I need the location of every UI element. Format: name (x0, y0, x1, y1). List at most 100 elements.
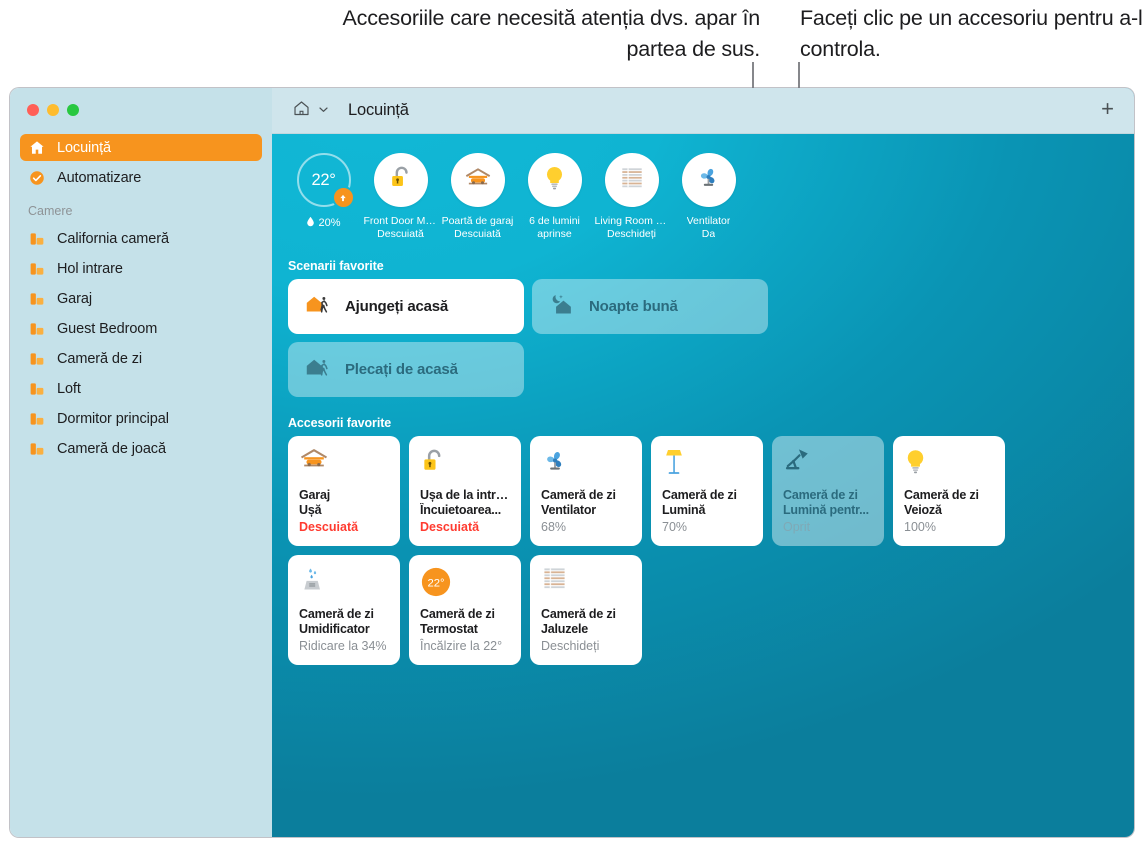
accessory-tile-bedside-lamp[interactable]: Cameră de zi Veioză 100% (893, 436, 1005, 546)
status-state: Descuiată (377, 228, 424, 241)
accessory-text: Cameră de zi Lumină 70% (662, 488, 752, 546)
room-icon (28, 350, 46, 368)
accessory-name2: Ușă (299, 503, 389, 518)
sidebar-item-label: Loft (57, 381, 81, 397)
sidebar-item-room-1[interactable]: Hol intrare (20, 255, 262, 282)
status-label: Living Room Bl... (595, 215, 669, 228)
room-icon (28, 260, 46, 278)
status-circle (451, 153, 505, 207)
clock-check-icon (28, 169, 46, 187)
accessory-name: Ușa de la intrare (420, 488, 510, 503)
status-item-garage-gate[interactable]: Poartă de garaj Descuiată (439, 153, 516, 241)
lightbulb-icon (543, 164, 566, 197)
accessory-tile-fan[interactable]: Cameră de zi Ventilator 68% (530, 436, 642, 546)
scene-tile-leave-home[interactable]: Plecați de acasă (288, 342, 524, 397)
status-item-front-door[interactable]: Front Door Mai... Descuiată (362, 153, 439, 241)
accessories-section-title: Accesorii favorite (288, 416, 1134, 430)
accessory-name: Cameră de zi (904, 488, 994, 503)
thermostat-dial[interactable]: 22° (297, 153, 351, 207)
thermostat-badge-text: 22° (427, 578, 444, 590)
scene-label: Ajungeți acasă (345, 298, 448, 315)
garage-door-icon (299, 447, 389, 485)
thermostat-icon: 22° (420, 566, 510, 604)
sidebar-item-automatizare[interactable]: Automatizare (20, 164, 262, 191)
sidebar-item-room-5[interactable]: Loft (20, 375, 262, 402)
status-item-thermostat[interactable]: 22° 20% (285, 153, 362, 230)
sidebar-item-room-4[interactable]: Cameră de zi (20, 345, 262, 372)
accessory-state: 70% (662, 519, 752, 535)
accessory-name2: Umidificator (299, 622, 389, 637)
thermostat-humidity-row: 20% (306, 216, 340, 230)
accessory-tile-garage-door[interactable]: Garaj Ușă Descuiată (288, 436, 400, 546)
room-icon (28, 230, 46, 248)
home-menu-button[interactable] (292, 99, 329, 123)
status-state: Da (702, 228, 715, 241)
sidebar-item-room-7[interactable]: Cameră de joacă (20, 435, 262, 462)
accessory-name2: Veioză (904, 503, 994, 518)
status-state: aprinse (537, 228, 571, 241)
room-icon (28, 410, 46, 428)
unlocked-padlock-icon (388, 164, 414, 197)
arrow-up-icon (332, 186, 355, 209)
accessory-tile-desk-light-selected[interactable]: Cameră de zi Lumină pentr... Oprit (772, 436, 884, 546)
floor-lamp-icon (662, 447, 752, 485)
accessory-state: Descuiată (299, 519, 389, 535)
room-icon (28, 320, 46, 338)
main-content: Locuință + 22° (272, 88, 1134, 837)
status-circle (605, 153, 659, 207)
sidebar-item-label: Dormitor principal (57, 411, 169, 427)
room-icon (28, 440, 46, 458)
sidebar-item-label: Cameră de zi (57, 351, 142, 367)
blinds-icon (541, 566, 631, 604)
scene-tile-good-night[interactable]: Noapte bună (532, 279, 768, 334)
accessory-state: Deschideți (541, 638, 631, 654)
sidebar-item-label: Garaj (57, 291, 92, 307)
accessory-name2: Jaluzele (541, 622, 631, 637)
accessory-tile-humidifier[interactable]: Cameră de zi Umidificator Ridicare la 34… (288, 555, 400, 665)
sidebar-item-label: Guest Bedroom (57, 321, 157, 337)
accessory-state: 68% (541, 519, 631, 535)
scroll-area[interactable]: 22° 20% (272, 134, 1134, 837)
status-item-fan[interactable]: Ventilator Da (670, 153, 747, 241)
accessory-name: Garaj (299, 488, 389, 503)
accessory-text: Cameră de zi Lumină pentr... Oprit (783, 488, 873, 546)
sidebar-item-label: California cameră (57, 231, 169, 247)
garage-door-icon (464, 166, 492, 194)
sidebar-item-room-0[interactable]: California cameră (20, 225, 262, 252)
scenes-section: Scenarii favorite Ajungeți acasă (272, 259, 1134, 397)
status-circle (374, 153, 428, 207)
accessory-state: Oprit (783, 519, 873, 535)
minimize-window-button[interactable] (47, 104, 59, 116)
close-window-button[interactable] (27, 104, 39, 116)
accessory-name: Cameră de zi (541, 488, 631, 503)
maximize-window-button[interactable] (67, 104, 79, 116)
desk-lamp-icon (783, 447, 873, 485)
accessory-text: Cameră de zi Umidificator Ridicare la 34… (299, 607, 389, 665)
status-label: 6 de lumini (529, 215, 580, 228)
sidebar-item-room-2[interactable]: Garaj (20, 285, 262, 312)
accessory-name2: Lumină (662, 503, 752, 518)
add-accessory-button[interactable]: + (1095, 98, 1120, 123)
sidebar-item-locuinta[interactable]: Locuință (20, 134, 262, 161)
sidebar-group-title-camere: Camere (20, 204, 262, 218)
scene-tile-arrive-home[interactable]: Ajungeți acasă (288, 279, 524, 334)
window-traffic-lights (10, 88, 272, 116)
accessory-name: Cameră de zi (420, 607, 510, 622)
accessory-name2: Încuietoarea... (420, 503, 510, 518)
accessory-tile-thermostat[interactable]: 22° Cameră de zi Termostat Încălzire la … (409, 555, 521, 665)
accessory-name2: Termostat (420, 622, 510, 637)
room-icon (28, 380, 46, 398)
status-label: Front Door Mai... (364, 215, 438, 228)
accessory-tile-blinds[interactable]: Cameră de zi Jaluzele Deschideți (530, 555, 642, 665)
accessory-state: 100% (904, 519, 994, 535)
accessory-tile-light[interactable]: Cameră de zi Lumină 70% (651, 436, 763, 546)
blinds-icon (619, 166, 645, 195)
status-item-lights[interactable]: 6 de lumini aprinse (516, 153, 593, 241)
status-label: Poartă de garaj (442, 215, 514, 228)
sidebar-item-room-6[interactable]: Dormitor principal (20, 405, 262, 432)
sidebar-item-room-3[interactable]: Guest Bedroom (20, 315, 262, 342)
accessory-tile-front-door-lock[interactable]: Ușa de la intrare Încuietoarea... Descui… (409, 436, 521, 546)
sidebar-item-label: Cameră de joacă (57, 441, 166, 457)
accessory-text: Cameră de zi Jaluzele Deschideți (541, 607, 631, 665)
status-item-blinds[interactable]: Living Room Bl... Deschideți (593, 153, 670, 241)
